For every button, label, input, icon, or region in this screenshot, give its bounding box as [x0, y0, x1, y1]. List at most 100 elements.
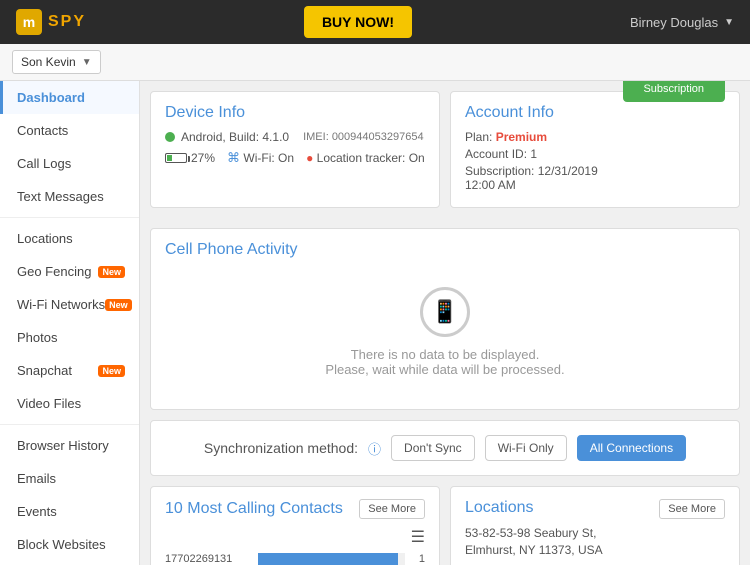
snapchat-badge: New	[98, 365, 125, 377]
sidebar-divider-2	[0, 424, 139, 425]
bottom-cards: 10 Most Calling Contacts See More ☰ 1770…	[150, 486, 740, 565]
device-os-row: Android, Build: 4.1.0 IMEI: 000944053297…	[165, 130, 425, 144]
sidebar-divider-1	[0, 217, 139, 218]
activity-empty-line2: Please, wait while data will be processe…	[185, 362, 705, 377]
device-selector[interactable]: Son Kevin ▼	[12, 50, 101, 74]
user-name: Birney Douglas	[630, 15, 718, 30]
sidebar-label-video-files: Video Files	[17, 396, 81, 411]
cell-activity-title: Cell Phone Activity	[165, 241, 725, 259]
calling-contacts-title: 10 Most Calling Contacts	[165, 500, 343, 518]
os-status-dot	[165, 132, 175, 142]
sidebar-label-wifi-networks: Wi-Fi Networks	[17, 297, 105, 312]
account-id-label: Account ID:	[465, 147, 527, 161]
battery-indicator: 27%	[165, 151, 215, 165]
wifi-icon: ⌘	[227, 150, 240, 165]
top-cards: Device Info Android, Build: 4.1.0 IMEI: …	[150, 91, 740, 218]
sidebar-item-locations[interactable]: Locations	[0, 222, 139, 255]
sidebar-label-browser-history: Browser History	[17, 438, 109, 453]
device-info-title: Device Info	[165, 104, 425, 122]
locations-see-more-button[interactable]: See More	[659, 499, 725, 519]
location-pin-icon: ●	[306, 151, 313, 165]
battery-icon	[165, 153, 187, 163]
device-stats-row: 27% ⌘ Wi-Fi: On ● Location tracker: On	[165, 150, 425, 166]
logo-text: SPY	[48, 13, 86, 31]
extend-subscription-button[interactable]: Extend Subscription	[623, 81, 726, 102]
device-caret-icon: ▼	[82, 57, 92, 68]
account-id-value: 1	[530, 147, 537, 161]
user-menu[interactable]: Birney Douglas ▼	[630, 15, 734, 30]
sidebar-label-contacts: Contacts	[17, 123, 68, 138]
sidebar-item-emails[interactable]: Emails	[0, 462, 139, 495]
call-count: 1	[413, 553, 425, 565]
geo-fencing-badge: New	[98, 266, 125, 278]
phone-empty-icon: 📱	[420, 287, 470, 337]
sidebar-item-photos[interactable]: Photos	[0, 321, 139, 354]
sidebar-item-events[interactable]: Events	[0, 495, 139, 528]
device-name: Son Kevin	[21, 55, 76, 69]
imei-value: 000944053297654	[332, 131, 424, 143]
account-id-row: Account ID: 1	[465, 147, 623, 161]
device-os-text: Android, Build: 4.1.0	[181, 130, 289, 144]
wifi-status: On	[278, 151, 294, 165]
sidebar-label-geo-fencing: Geo Fencing	[17, 264, 91, 279]
locations-card: Locations See More 53-82-53-98 Seabury S…	[450, 486, 740, 565]
subscription-row: Subscription: 12/31/2019 12:00 AM	[465, 164, 623, 192]
calling-contacts-header: 10 Most Calling Contacts See More	[165, 499, 425, 519]
sidebar-item-wifi-networks[interactable]: Wi-Fi Networks New	[0, 288, 139, 321]
sidebar-item-geo-fencing[interactable]: Geo Fencing New	[0, 255, 139, 288]
buy-now-button[interactable]: BUY NOW!	[304, 6, 412, 38]
call-number: 17702269131	[165, 553, 250, 565]
sidebar: Dashboard Contacts Call Logs Text Messag…	[0, 81, 140, 565]
sidebar-item-call-logs[interactable]: Call Logs	[0, 147, 139, 180]
sidebar-item-snapchat[interactable]: Snapchat New	[0, 354, 139, 387]
call-bars-list: 17702269131 1 15602225731 1 19796871816 …	[165, 553, 425, 565]
sidebar-item-browser-history[interactable]: Browser History	[0, 429, 139, 462]
logo-icon: m	[16, 9, 42, 35]
call-item: 17702269131 1	[165, 553, 425, 565]
sync-all-connections-button[interactable]: All Connections	[577, 435, 686, 461]
sidebar-item-block-websites[interactable]: Block Websites	[0, 528, 139, 561]
main-layout: Dashboard Contacts Call Logs Text Messag…	[0, 81, 750, 565]
main-content: Device Info Android, Build: 4.1.0 IMEI: …	[140, 81, 750, 565]
location-tracker-label: Location tracker:	[317, 151, 406, 165]
wifi-label: Wi-Fi:	[243, 151, 274, 165]
sidebar-label-text-messages: Text Messages	[17, 189, 104, 204]
subscription-label: Subscription:	[465, 164, 534, 178]
menu-icon[interactable]: ☰	[165, 527, 425, 547]
account-info-title: Account Info	[465, 104, 623, 122]
locations-title: Locations	[465, 499, 534, 517]
wifi-indicator: ⌘ Wi-Fi: On	[227, 150, 294, 166]
phone-icon: 📱	[431, 299, 458, 325]
sync-label: Synchronization method:	[204, 440, 358, 456]
calling-see-more-button[interactable]: See More	[359, 499, 425, 519]
header: m SPY BUY NOW! Birney Douglas ▼	[0, 0, 750, 44]
battery-percent: 27%	[191, 151, 215, 165]
location-tracker-status: On	[409, 151, 425, 165]
calling-contacts-card: 10 Most Calling Contacts See More ☰ 1770…	[150, 486, 440, 565]
sidebar-item-video-files[interactable]: Video Files	[0, 387, 139, 420]
sidebar-item-contacts[interactable]: Contacts	[0, 114, 139, 147]
sync-info-icon[interactable]: ⓘ	[368, 439, 381, 458]
account-info-content: Account Info Plan: Premium Account ID: 1…	[465, 104, 623, 195]
sub-header: Son Kevin ▼	[0, 44, 750, 81]
imei-label: IMEI:	[303, 131, 329, 143]
plan-value: Premium	[496, 130, 547, 144]
sidebar-label-photos: Photos	[17, 330, 57, 345]
sidebar-label-snapchat: Snapchat	[17, 363, 72, 378]
sync-dont-sync-button[interactable]: Don't Sync	[391, 435, 475, 461]
plan-label: Plan:	[465, 130, 492, 144]
account-plan-row: Plan: Premium	[465, 130, 623, 144]
sync-wifi-only-button[interactable]: Wi-Fi Only	[485, 435, 567, 461]
device-info-card: Device Info Android, Build: 4.1.0 IMEI: …	[150, 91, 440, 208]
sidebar-item-dashboard[interactable]: Dashboard	[0, 81, 139, 114]
account-info-card: Account Info Plan: Premium Account ID: 1…	[450, 91, 740, 208]
sidebar-label-locations: Locations	[17, 231, 73, 246]
sync-method-card: Synchronization method: ⓘ Don't Sync Wi-…	[150, 420, 740, 476]
sidebar-label-dashboard: Dashboard	[17, 90, 85, 105]
user-dropdown-arrow: ▼	[724, 17, 734, 28]
location-address: 53-82-53-98 Seabury St,Elmhurst, NY 1137…	[465, 525, 725, 559]
device-imei: IMEI: 000944053297654	[303, 131, 424, 143]
logo: m SPY	[16, 9, 86, 35]
call-bar	[258, 553, 398, 565]
sidebar-item-text-messages[interactable]: Text Messages	[0, 180, 139, 213]
